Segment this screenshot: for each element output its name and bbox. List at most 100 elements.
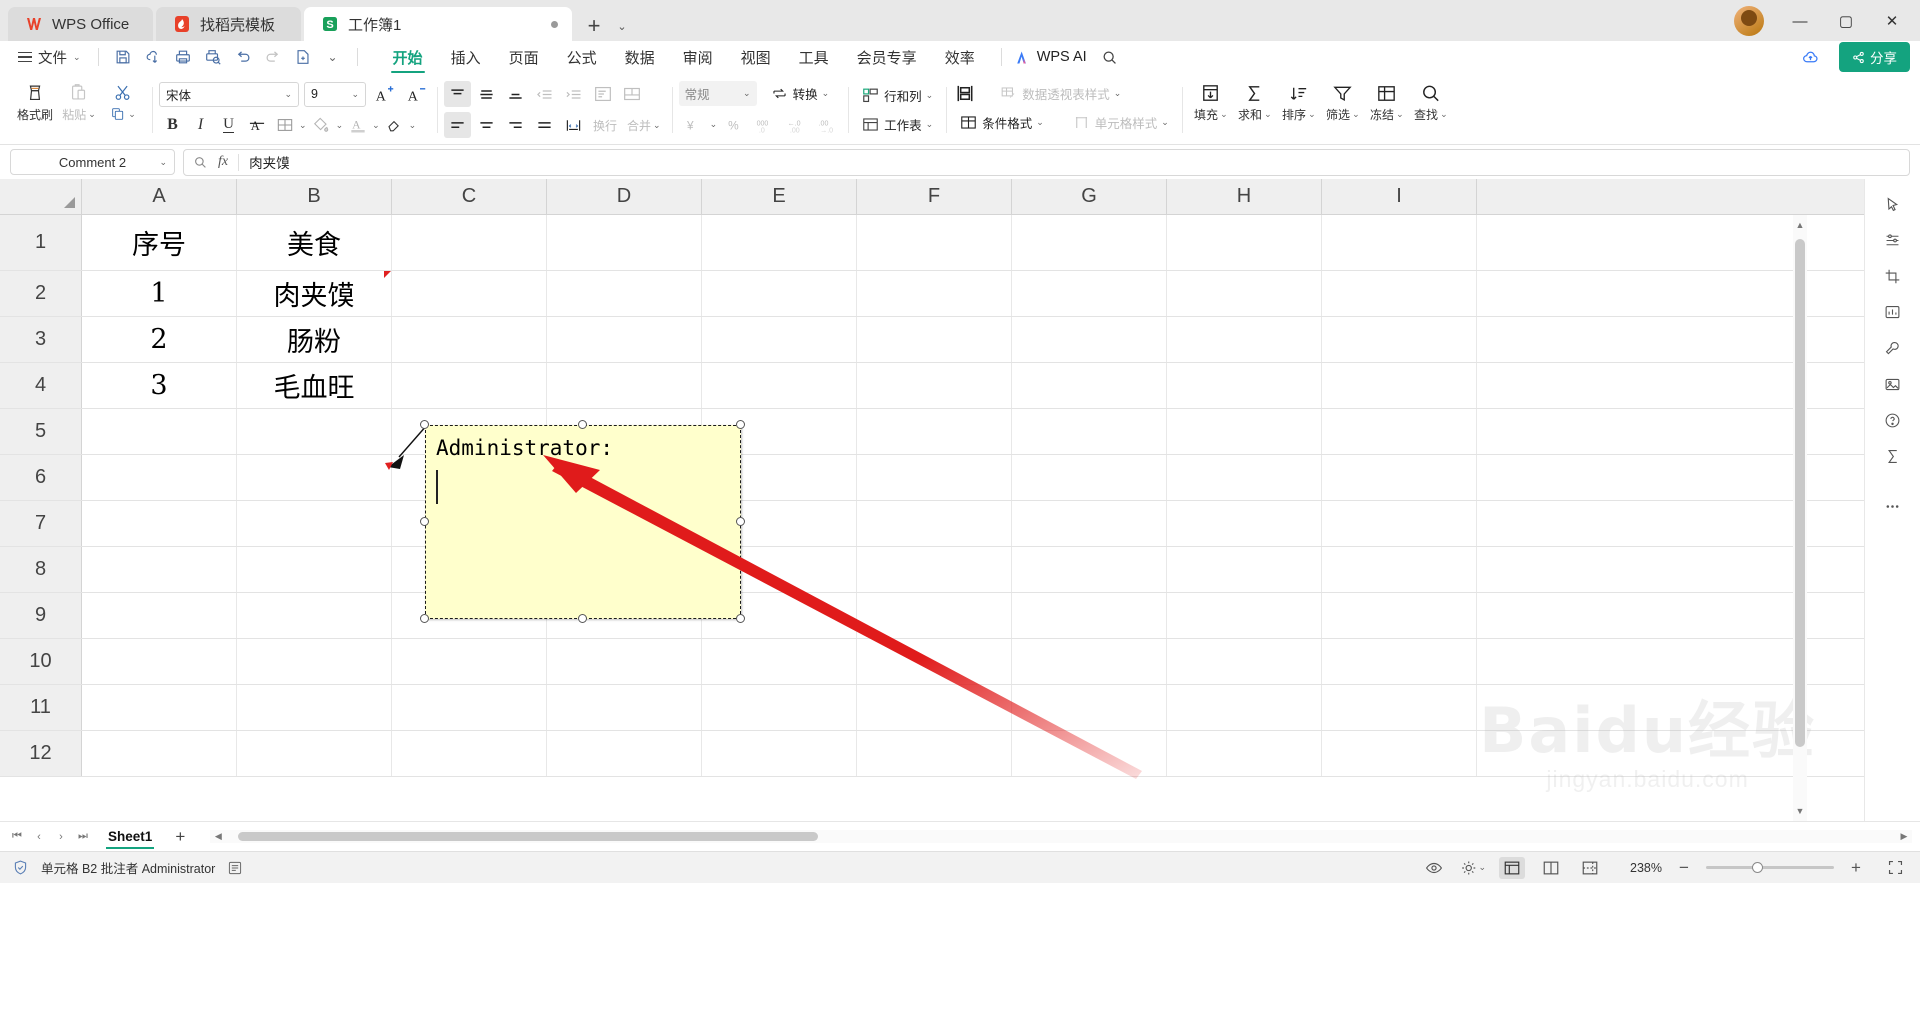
cell-a4[interactable]: 3 — [82, 363, 237, 408]
cell-h8[interactable] — [1167, 547, 1322, 592]
chevron-down-icon[interactable]: ⌄ — [409, 120, 417, 131]
percent-button[interactable]: % — [721, 111, 748, 137]
cell-e3[interactable] — [702, 317, 857, 362]
resize-handle-e[interactable] — [736, 517, 745, 526]
ribbon-tab-view[interactable]: 视图 — [727, 41, 785, 73]
cell-c10[interactable] — [392, 639, 547, 684]
undo-icon[interactable] — [228, 44, 258, 70]
cell-style-button[interactable]: 单元格样式 ⌄ — [1066, 110, 1175, 135]
cell-i3[interactable] — [1322, 317, 1477, 362]
italic-button[interactable]: I — [187, 112, 214, 138]
cell-f3[interactable] — [857, 317, 1012, 362]
cell-i4[interactable] — [1322, 363, 1477, 408]
column-header-c[interactable]: C — [392, 179, 547, 214]
align-bottom-button[interactable] — [502, 81, 529, 107]
avatar[interactable] — [1734, 5, 1764, 36]
cell-d1[interactable] — [547, 215, 702, 270]
cell-i7[interactable] — [1322, 501, 1477, 546]
cell-f9[interactable] — [857, 593, 1012, 638]
zoom-slider-knob[interactable] — [1752, 862, 1763, 873]
column-header-f[interactable]: F — [857, 179, 1012, 214]
cell-a6[interactable] — [82, 455, 237, 500]
cloud-sync-icon[interactable] — [138, 44, 168, 70]
save-icon[interactable] — [108, 44, 138, 70]
cell-e12[interactable] — [702, 731, 857, 776]
cell-a3[interactable]: 2 — [82, 317, 237, 362]
row-header-3[interactable]: 3 — [0, 317, 82, 362]
align-justify-button[interactable] — [531, 112, 558, 138]
cell-d4[interactable] — [547, 363, 702, 408]
align-left-button[interactable] — [444, 112, 472, 138]
column-header-b[interactable]: B — [237, 179, 392, 214]
cell-b12[interactable] — [237, 731, 392, 776]
increase-indent-button[interactable] — [560, 81, 587, 107]
crop-icon[interactable] — [1875, 259, 1911, 293]
cell-f4[interactable] — [857, 363, 1012, 408]
cell-f2[interactable] — [857, 271, 1012, 316]
column-header-i[interactable]: I — [1322, 179, 1477, 214]
rows-cols-button[interactable]: 行和列 ⌄ — [855, 83, 939, 108]
cell-a1[interactable]: 序号 — [82, 215, 237, 270]
resize-handle-se[interactable] — [736, 614, 745, 623]
cell-i8[interactable] — [1322, 547, 1477, 592]
row-header-10[interactable]: 10 — [0, 639, 82, 684]
wrap-text-icon-button[interactable] — [589, 81, 616, 107]
column-header-g[interactable]: G — [1012, 179, 1167, 214]
row-header-11[interactable]: 11 — [0, 685, 82, 730]
cell-c12[interactable] — [392, 731, 547, 776]
resize-handle-n[interactable] — [578, 420, 587, 429]
cell-a12[interactable] — [82, 731, 237, 776]
cell-g4[interactable] — [1012, 363, 1167, 408]
cell-g9[interactable] — [1012, 593, 1167, 638]
row-header-1[interactable]: 1 — [0, 215, 82, 270]
fill-color-button[interactable] — [308, 112, 335, 138]
cell-g8[interactable] — [1012, 547, 1167, 592]
cell-i9[interactable] — [1322, 593, 1477, 638]
spreadsheet-grid[interactable]: A B C D E F G H I 1 序号 美食 2 1 肉夹馍 3 2 肠粉… — [0, 179, 1864, 821]
more-options-icon[interactable] — [1875, 489, 1911, 523]
cell-e2[interactable] — [702, 271, 857, 316]
normal-view-icon[interactable] — [1499, 856, 1525, 879]
strikethrough-button[interactable]: A — [243, 112, 270, 138]
print-icon[interactable] — [168, 44, 198, 70]
scroll-up-icon[interactable]: ▲ — [1793, 215, 1807, 235]
cell-e11[interactable] — [702, 685, 857, 730]
cell-i10[interactable] — [1322, 639, 1477, 684]
convert-button[interactable]: 转换 ⌄ — [764, 81, 836, 106]
cell-b4[interactable]: 毛血旺 — [237, 363, 392, 408]
resize-handle-ne[interactable] — [736, 420, 745, 429]
zoom-out-button[interactable]: − — [1671, 857, 1697, 879]
cell-b5[interactable] — [237, 409, 392, 454]
font-size-select[interactable]: 9 ⌄ — [304, 81, 367, 107]
cell-c2[interactable] — [392, 271, 547, 316]
cell-d3[interactable] — [547, 317, 702, 362]
zoom-control[interactable]: 238% − + — [1616, 857, 1869, 879]
cell-e10[interactable] — [702, 639, 857, 684]
maximize-button[interactable]: ▢ — [1824, 5, 1868, 37]
cell-b10[interactable] — [237, 639, 392, 684]
align-right-button[interactable] — [502, 112, 529, 138]
row-header-12[interactable]: 12 — [0, 731, 82, 776]
cell-f12[interactable] — [857, 731, 1012, 776]
paragraph-settings-icon[interactable] — [1875, 223, 1911, 257]
decrease-decimal-button[interactable]: .00 →.0 — [814, 111, 841, 137]
row-header-9[interactable]: 9 — [0, 593, 82, 638]
row-header-6[interactable]: 6 — [0, 455, 82, 500]
cell-c11[interactable] — [392, 685, 547, 730]
ribbon-tab-start[interactable]: 开始 — [379, 41, 437, 73]
horizontal-scroll-thumb[interactable] — [238, 832, 819, 841]
cell-h2[interactable] — [1167, 271, 1322, 316]
chevron-down-icon[interactable]: ⌄ — [372, 120, 380, 131]
cell-d12[interactable] — [547, 731, 702, 776]
file-menu-button[interactable]: 文件 ⌄ — [10, 47, 89, 68]
horizontal-scrollbar[interactable]: ◀ ▶ — [210, 830, 1912, 843]
fx-icon[interactable]: fx — [218, 154, 228, 170]
paste-button[interactable]: 粘贴 ⌄ — [57, 78, 101, 123]
row-header-5[interactable]: 5 — [0, 409, 82, 454]
cell-c3[interactable] — [392, 317, 547, 362]
tab-wps-office[interactable]: WPS Office — [8, 7, 153, 41]
cell-h10[interactable] — [1167, 639, 1322, 684]
cell-f7[interactable] — [857, 501, 1012, 546]
settings-icon[interactable]: ⌄ — [1460, 857, 1486, 879]
scroll-left-icon[interactable]: ◀ — [210, 831, 226, 842]
